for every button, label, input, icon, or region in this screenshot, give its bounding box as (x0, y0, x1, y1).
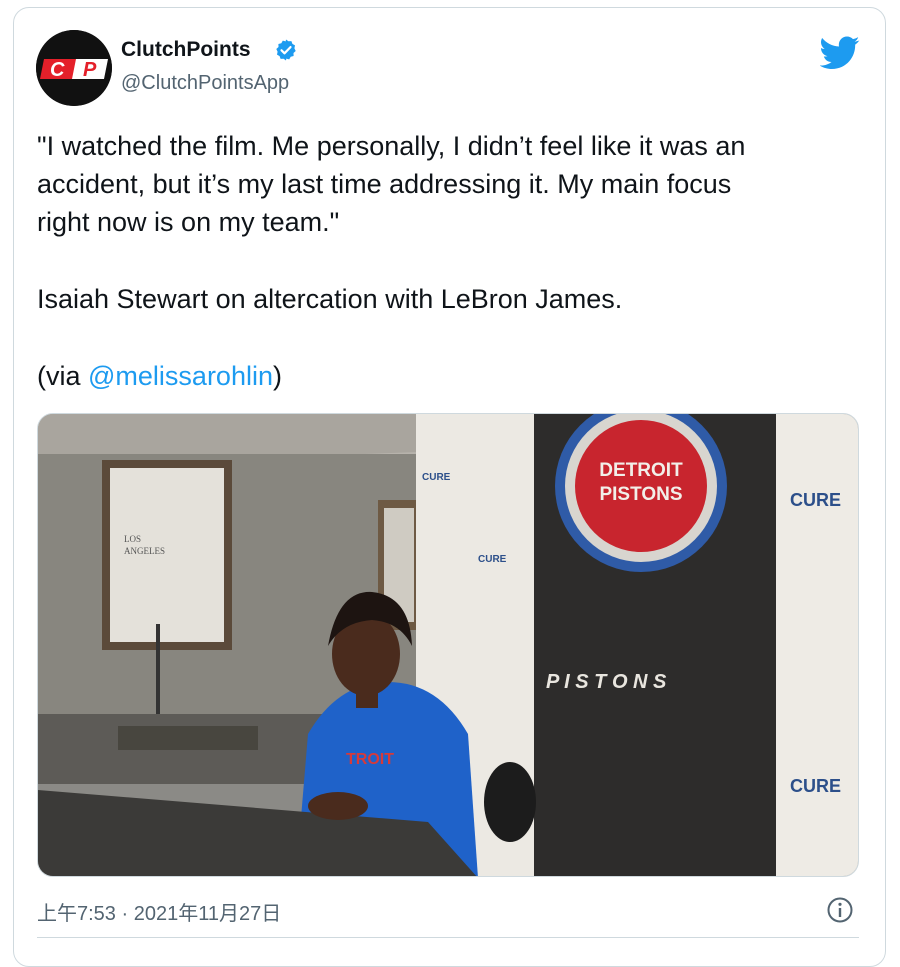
tweet-quote-line-3: right now is on my team." (37, 207, 340, 237)
frame-text-1: LOS (124, 534, 141, 544)
clutchpoints-logo-icon: C P (36, 30, 112, 106)
backdrop-sponsor-small-2: CURE (478, 554, 507, 565)
twitter-bird-icon[interactable] (820, 36, 860, 70)
backdrop-sponsor-1: CURE (790, 490, 841, 510)
author-handle[interactable]: @ClutchPointsApp (121, 72, 289, 95)
author-name[interactable]: ClutchPoints (121, 38, 251, 62)
avatar-logo-c: C (50, 59, 65, 81)
media-illustration: LOS ANGELES CURE CURE CURE CURE DETROIT … (38, 414, 858, 876)
tweet-quote-line-2: accident, but it’s my last time addressi… (37, 169, 732, 199)
via-prefix: (via (37, 361, 89, 391)
backdrop-sponsor-small-1: CURE (422, 472, 451, 483)
tweet-text-attribution: Isaiah Stewart on altercation with LeBro… (37, 284, 623, 314)
divider (37, 937, 859, 938)
avatar[interactable]: C P (36, 30, 112, 106)
backdrop-sponsor-2: CURE (790, 776, 841, 796)
tweet-timestamp[interactable]: 上午7:53 · 2021年11月27日 (37, 897, 281, 926)
backdrop-word: P I S T O N S (546, 671, 667, 693)
jersey-text: TROIT (346, 751, 394, 768)
logo-text-2: PISTONS (599, 484, 682, 505)
avatar-logo-p: P (83, 59, 97, 81)
tweet-quote-line-1: "I watched the film. Me personally, I di… (37, 131, 746, 161)
tweet-text-via: (via @melissarohlin) (37, 357, 867, 395)
logo-text-1: DETROIT (599, 460, 683, 481)
tweet-media[interactable]: LOS ANGELES CURE CURE CURE CURE DETROIT … (37, 413, 859, 877)
via-suffix: ) (272, 361, 282, 391)
info-icon[interactable] (826, 896, 854, 924)
mention-link[interactable]: @melissarohlin (88, 361, 273, 391)
frame-text-2: ANGELES (124, 546, 165, 556)
verified-badge-icon (276, 39, 296, 61)
